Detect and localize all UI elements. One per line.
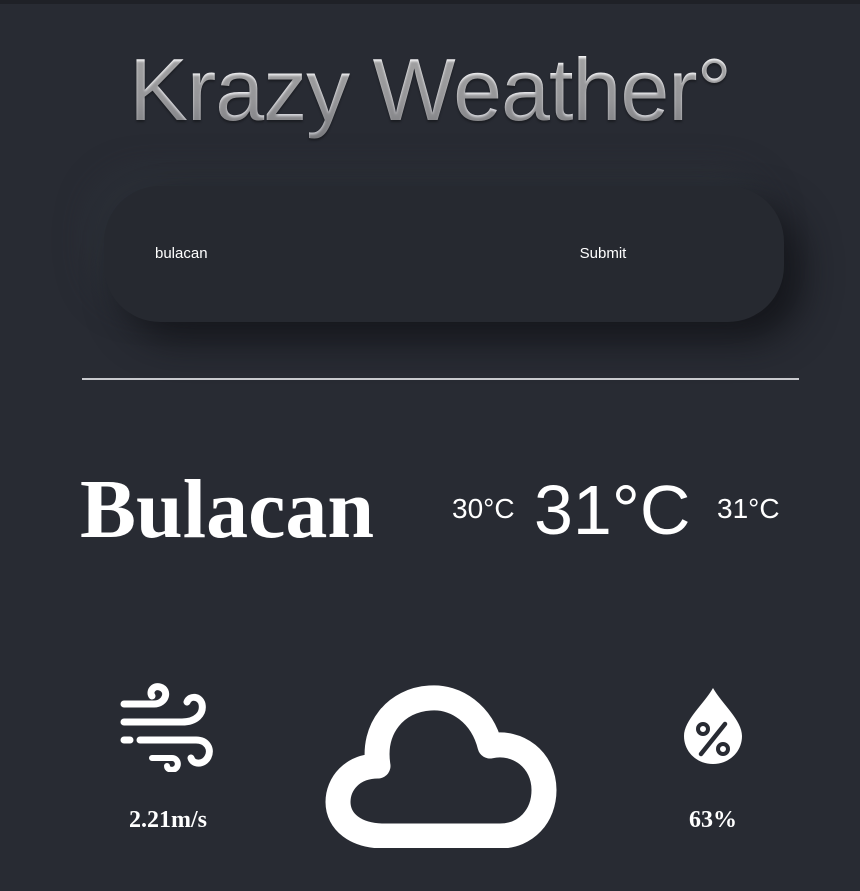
- humidity-value: 63%: [689, 807, 737, 833]
- divider: [82, 378, 799, 380]
- wind-speed: 2.21m/s: [129, 807, 207, 833]
- city-name: Bulacan: [80, 463, 375, 556]
- city-search-input[interactable]: [144, 238, 455, 268]
- submit-button[interactable]: Submit: [536, 238, 670, 268]
- temp-min: 30°C: [452, 493, 515, 524]
- cloud-icon: [325, 685, 557, 848]
- humidity-drop-icon: [684, 688, 742, 764]
- app-title: Krazy Weather°: [0, 40, 860, 140]
- search-form: Submit: [104, 186, 784, 322]
- wind-icon: [120, 683, 213, 772]
- temp-current: 31°C: [534, 471, 691, 549]
- temp-max: 31°C: [717, 493, 780, 524]
- top-strip: [0, 0, 860, 4]
